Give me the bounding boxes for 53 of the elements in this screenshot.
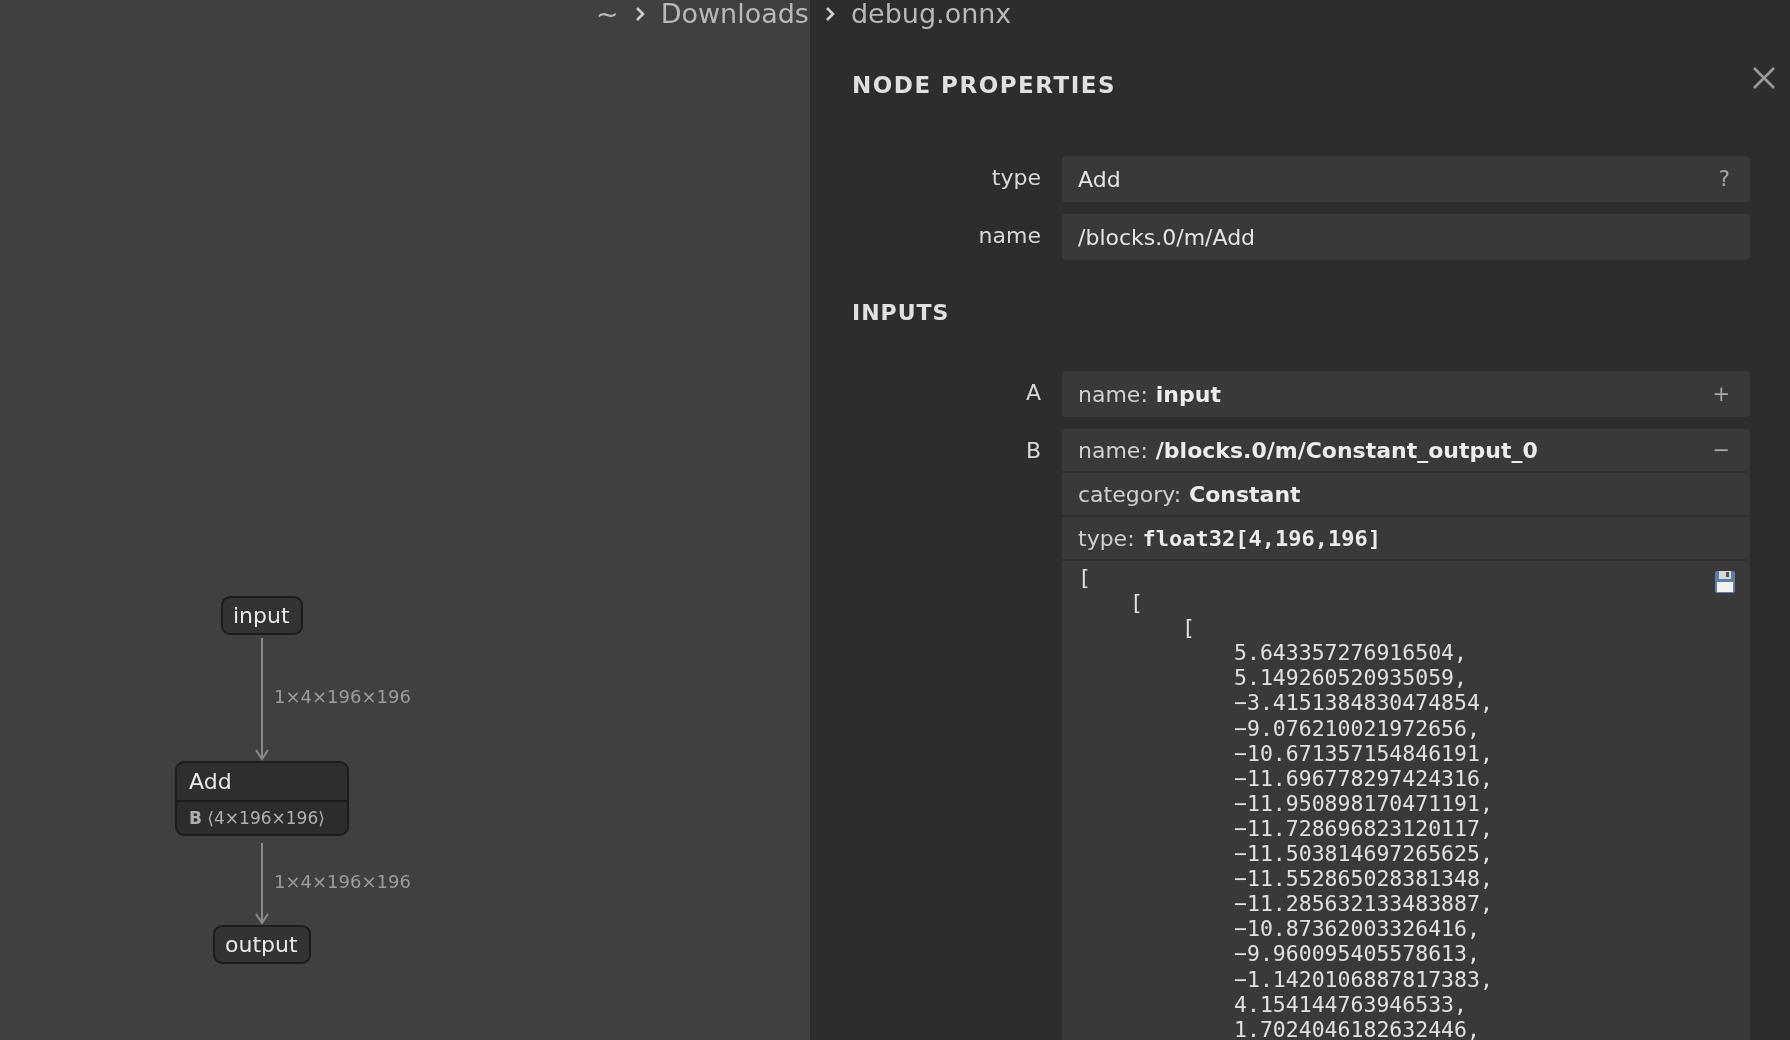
property-field[interactable]: /blocks.0/m/Add bbox=[1062, 214, 1750, 260]
code-line: −1.1420106887817383, bbox=[1234, 966, 1493, 992]
field-key: name: bbox=[1078, 381, 1148, 407]
field-value: /blocks.0/m/Add bbox=[1078, 224, 1256, 250]
operator-node[interactable]: Add B ⟨4×196×196⟩ bbox=[175, 761, 349, 836]
code-line: 4.154144763946533, bbox=[1234, 991, 1467, 1017]
code-line: −10.671357154846191, bbox=[1234, 740, 1493, 766]
field-value: /blocks.0/m/Constant_output_0 bbox=[1155, 437, 1538, 463]
io-node[interactable]: input bbox=[221, 596, 303, 635]
code-line: −11.950898170471191, bbox=[1234, 790, 1493, 816]
code-line: −11.552865028381348, bbox=[1234, 866, 1493, 892]
code-line: −11.728696823120117, bbox=[1234, 815, 1493, 842]
code-line: −3.4151384830474854, bbox=[1234, 690, 1493, 716]
field-value: float32[4,196,196] bbox=[1142, 525, 1381, 551]
collapse-button[interactable]: − bbox=[1708, 438, 1734, 462]
code-line: −10.87362003326416, bbox=[1234, 916, 1480, 942]
code-line: 5.149260520935059, bbox=[1234, 665, 1467, 691]
breadcrumb-item[interactable]: debug.onnx bbox=[850, 0, 1012, 29]
io-node[interactable]: output bbox=[213, 925, 311, 964]
field-key: category: bbox=[1078, 481, 1182, 507]
panel-title: NODE PROPERTIES bbox=[852, 72, 1117, 98]
edge-label: 1×4×196×196 bbox=[274, 871, 411, 892]
property-label: type bbox=[990, 164, 1041, 190]
code-line: −11.285632133483887, bbox=[1234, 891, 1493, 917]
field-value: Constant bbox=[1189, 481, 1301, 507]
field-value: Add bbox=[1078, 166, 1121, 192]
field-key: type: bbox=[1078, 525, 1135, 551]
edge-label: 1×4×196×196 bbox=[274, 686, 411, 707]
field-key: name: bbox=[1078, 437, 1148, 463]
breadcrumb-item[interactable]: ~ bbox=[596, 0, 619, 29]
field-value: input bbox=[1155, 381, 1221, 407]
code-line: 5.643357276916504, bbox=[1234, 640, 1467, 666]
code-line: [ bbox=[1078, 565, 1091, 591]
save-icon[interactable] bbox=[1714, 570, 1736, 594]
section-title: INPUTS bbox=[852, 300, 951, 325]
property-field[interactable]: Add ? bbox=[1062, 156, 1750, 202]
node-attribute: B ⟨4×196×196⟩ bbox=[177, 800, 347, 834]
code-line: 1.7024046182632446, bbox=[1234, 1016, 1480, 1040]
expand-button[interactable]: + bbox=[1708, 382, 1734, 406]
property-label: name bbox=[977, 222, 1041, 248]
code-line: −9.960095405578613, bbox=[1234, 941, 1480, 967]
input-field[interactable]: name: input + bbox=[1062, 371, 1750, 417]
code-line: −11.696778297424316, bbox=[1234, 765, 1493, 791]
input-label: A bbox=[1024, 379, 1041, 405]
help-button[interactable]: ? bbox=[1714, 167, 1734, 191]
code-line: [ bbox=[1182, 615, 1195, 641]
close-icon[interactable] bbox=[1752, 66, 1776, 90]
input-label: B bbox=[1024, 437, 1041, 463]
input-field[interactable] bbox=[1062, 429, 1750, 1040]
code-line: −9.076210021972656, bbox=[1234, 715, 1480, 741]
code-line: [ bbox=[1130, 590, 1143, 616]
code-line: −11.503814697265625, bbox=[1234, 841, 1493, 867]
breadcrumb-item[interactable]: Downloads bbox=[660, 0, 809, 29]
